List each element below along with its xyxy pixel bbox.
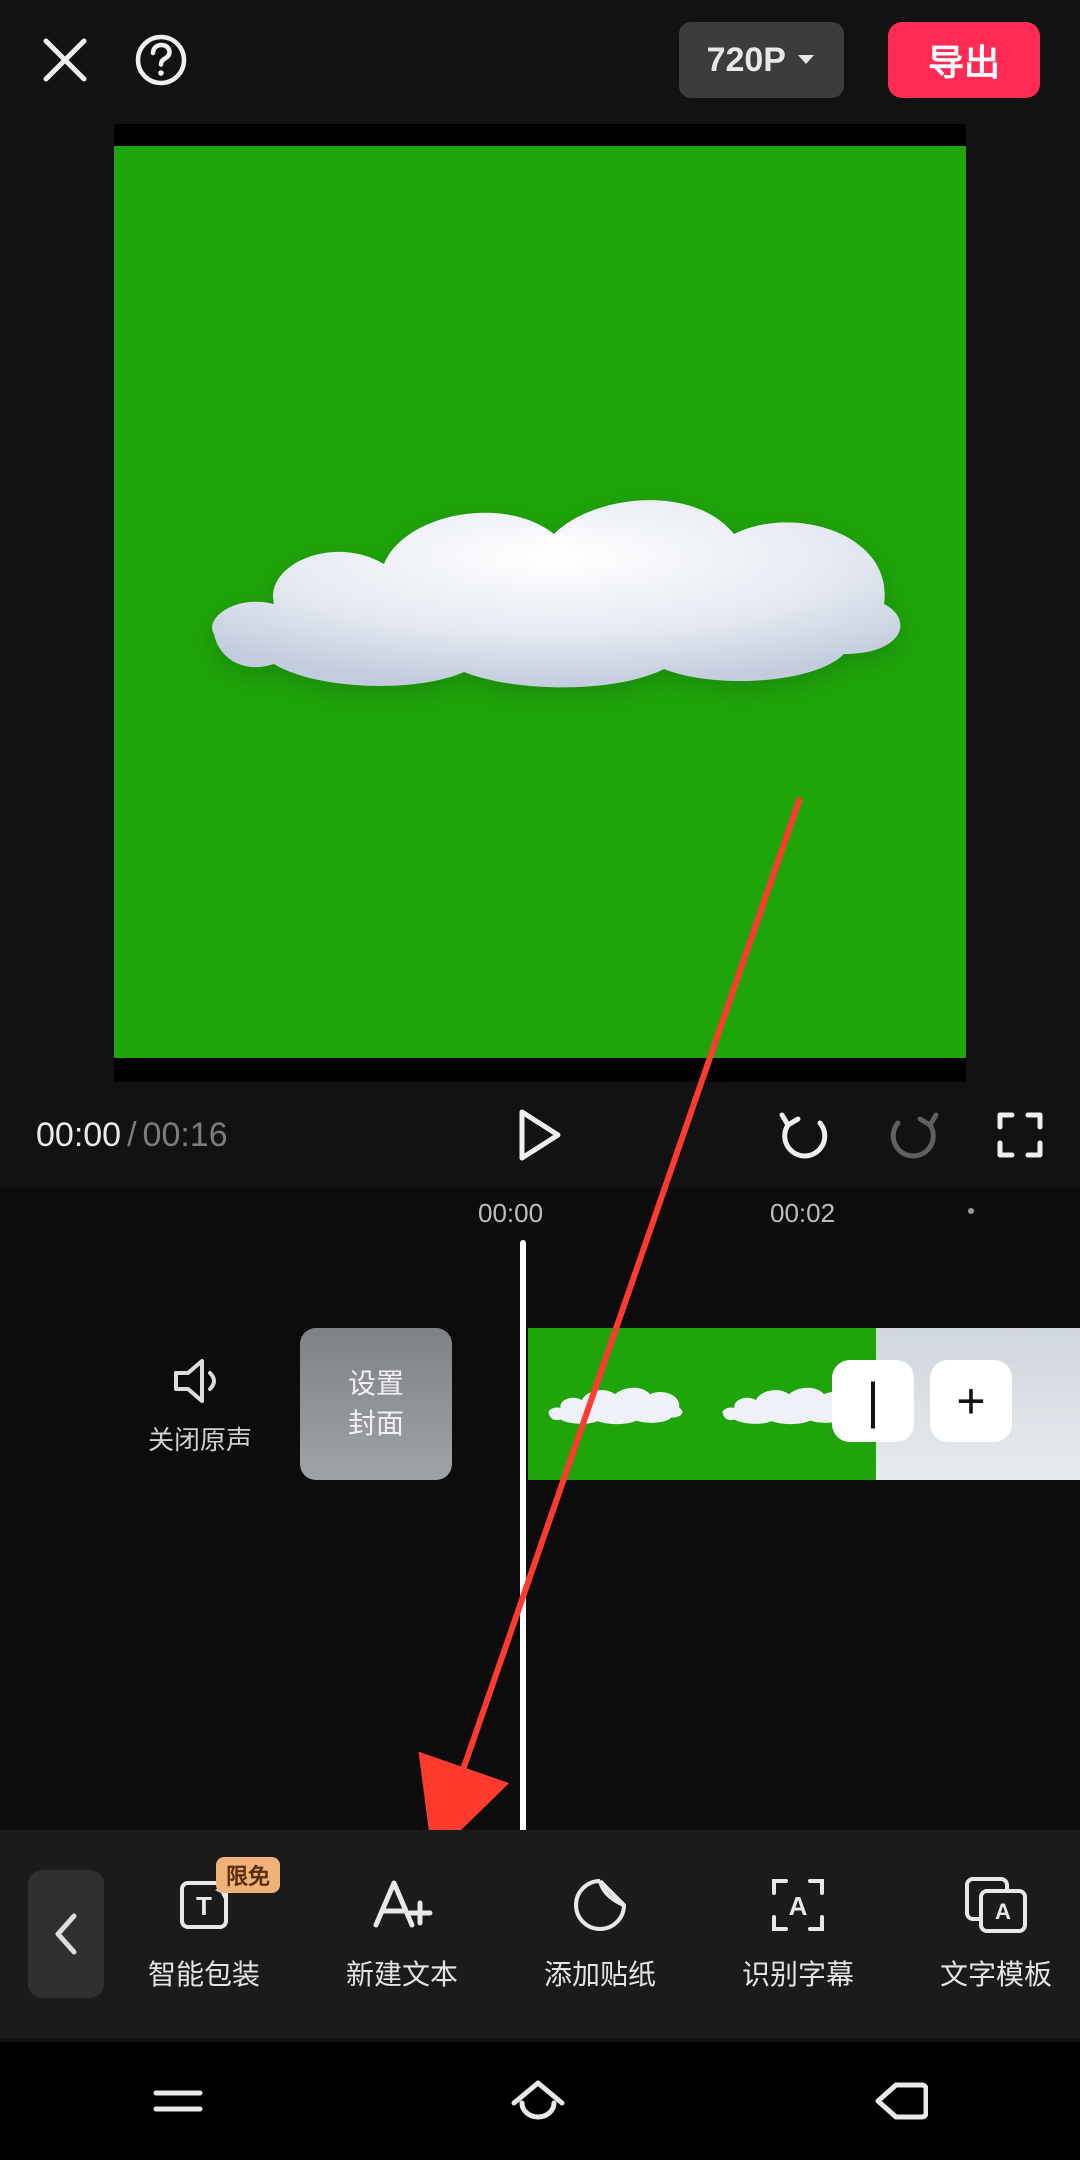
tool-label: 新建文本 bbox=[346, 1953, 458, 1993]
text-add-icon bbox=[370, 1875, 434, 1935]
play-button[interactable] bbox=[516, 1108, 564, 1162]
time-duration: 00:16 bbox=[143, 1116, 228, 1154]
transition-button[interactable]: | bbox=[832, 1360, 914, 1442]
add-clip-button[interactable]: + bbox=[930, 1360, 1012, 1442]
svg-text:A: A bbox=[789, 1891, 808, 1921]
time-current: 00:00 bbox=[36, 1116, 121, 1154]
sticker-icon bbox=[570, 1875, 630, 1935]
tool-label: 智能包装 bbox=[148, 1953, 260, 1993]
bottom-toolbar: 限免 T 智能包装 新建文本 添加贴纸 A 识别字幕 A 文字模板 bbox=[0, 1830, 1080, 2038]
system-back-button[interactable] bbox=[872, 2079, 928, 2123]
cover-label-2: 封面 bbox=[348, 1404, 404, 1444]
set-cover-button[interactable]: 设置 封面 bbox=[300, 1328, 452, 1480]
export-label: 导出 bbox=[928, 34, 1000, 86]
video-track[interactable]: | + bbox=[528, 1328, 1080, 1480]
fullscreen-button[interactable] bbox=[996, 1111, 1044, 1159]
tool-add-sticker[interactable]: 添加贴纸 bbox=[544, 1875, 656, 1993]
ruler-mark: 00:02 bbox=[770, 1198, 835, 1229]
svg-text:A: A bbox=[995, 1899, 1011, 1924]
time-display: 00:00/00:16 bbox=[36, 1116, 228, 1155]
tool-text-template[interactable]: A 文字模板 bbox=[940, 1875, 1052, 1993]
undo-button[interactable] bbox=[776, 1111, 832, 1159]
clip-green[interactable] bbox=[528, 1328, 876, 1480]
resolution-label: 720P bbox=[707, 41, 786, 80]
mute-label: 关闭原声 bbox=[148, 1420, 252, 1457]
system-navbar bbox=[0, 2042, 1080, 2160]
back-button[interactable] bbox=[28, 1870, 104, 1998]
tool-smart-package[interactable]: 限免 T 智能包装 bbox=[148, 1875, 260, 1993]
tool-label: 识别字幕 bbox=[742, 1953, 854, 1993]
home-button[interactable] bbox=[508, 2077, 568, 2125]
template-stack-icon: A bbox=[963, 1875, 1029, 1935]
ruler-mark: 00:00 bbox=[478, 1198, 543, 1229]
cloud-thumb bbox=[545, 1372, 685, 1436]
tool-label: 添加贴纸 bbox=[544, 1953, 656, 1993]
recent-apps-button[interactable] bbox=[152, 2081, 204, 2121]
clip-snow[interactable]: | + bbox=[876, 1328, 1080, 1480]
tool-recognize-subtitle[interactable]: A 识别字幕 bbox=[742, 1875, 854, 1993]
export-button[interactable]: 导出 bbox=[888, 22, 1040, 98]
tool-new-text[interactable]: 新建文本 bbox=[346, 1875, 458, 1993]
svg-text:T: T bbox=[196, 1891, 212, 1921]
chevron-left-icon bbox=[52, 1912, 80, 1956]
chevron-down-icon bbox=[796, 53, 816, 67]
ruler-dot bbox=[968, 1208, 974, 1214]
playhead[interactable] bbox=[520, 1240, 526, 1920]
cover-label-1: 设置 bbox=[348, 1364, 404, 1404]
close-icon[interactable] bbox=[40, 35, 90, 85]
resolution-dropdown[interactable]: 720P bbox=[679, 22, 844, 98]
video-preview[interactable] bbox=[114, 124, 966, 1082]
help-icon[interactable] bbox=[134, 33, 188, 87]
redo-button[interactable] bbox=[886, 1111, 942, 1159]
cloud-graphic bbox=[194, 454, 914, 714]
timeline-ruler[interactable]: 00:00 00:02 bbox=[0, 1188, 1080, 1240]
free-badge: 限免 bbox=[216, 1857, 280, 1893]
tool-label: 文字模板 bbox=[940, 1953, 1052, 1993]
speaker-icon[interactable] bbox=[148, 1356, 252, 1406]
scan-text-icon: A bbox=[768, 1875, 828, 1935]
